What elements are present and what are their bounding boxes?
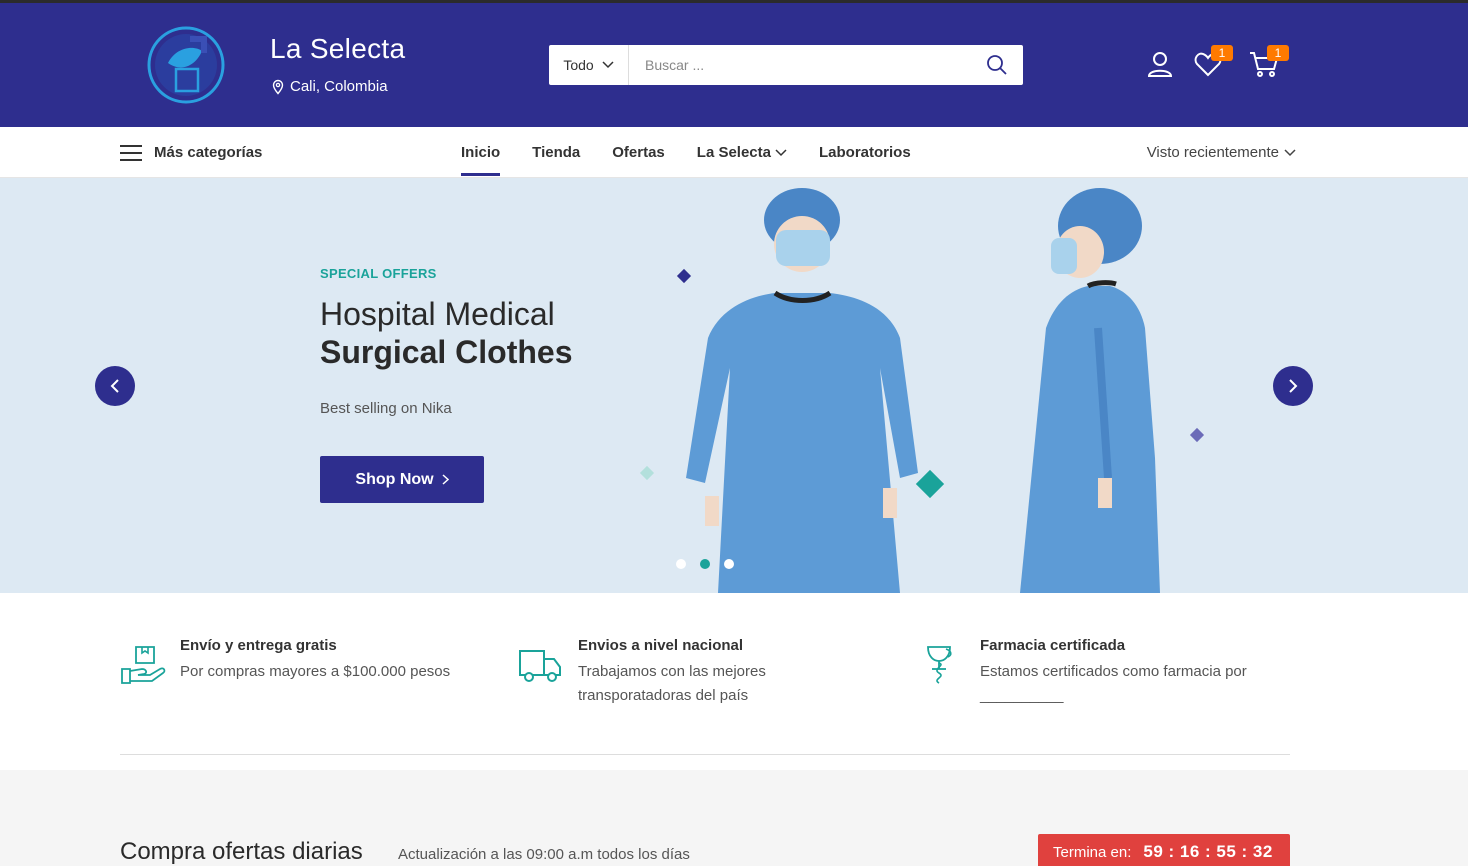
nav-link-tienda[interactable]: Tienda [532, 127, 580, 178]
feature-description: Trabajamos con las mejores [578, 663, 766, 680]
cart-count-badge: 1 [1267, 45, 1289, 61]
shop-now-button[interactable]: Shop Now [320, 456, 484, 503]
daily-deals-section: Compra ofertas diarias Actualización a l… [0, 770, 1468, 866]
brand-name[interactable]: La Selecta [270, 33, 405, 65]
nav-link-label: Ofertas [612, 144, 665, 161]
slider-dot-2[interactable] [700, 559, 710, 569]
wishlist-button[interactable]: 1 [1193, 45, 1233, 79]
store-location: Cali, Colombia [270, 78, 388, 95]
countdown-label: Termina en: [1053, 843, 1132, 861]
search-icon [987, 55, 1007, 75]
daily-deals-title: Compra ofertas diarias [120, 838, 363, 865]
main-nav: Más categorías Inicio Tienda Ofertas La … [0, 127, 1468, 178]
feature-title: Envios a nivel nacional [578, 637, 744, 654]
slider-pagination [676, 559, 734, 569]
deal-countdown: Termina en: 59 : 16 : 55 : 32 [1038, 834, 1290, 866]
chevron-down-icon [1284, 148, 1296, 156]
cart-button[interactable]: 1 [1249, 45, 1289, 79]
pharmacy-icon [927, 646, 952, 684]
hero-image-surgical-gowns [600, 178, 1220, 593]
shop-now-label: Shop Now [355, 470, 434, 488]
nav-link-laboratorios[interactable]: Laboratorios [819, 127, 911, 178]
feature-description: Estamos certificados como farmacia por [980, 663, 1247, 680]
hero-subtitle: Best selling on Nika [320, 400, 452, 417]
feature-certified-pharmacy: Farmacia certificada Estamos certificado… [920, 637, 1247, 708]
search-category-label: Todo [563, 57, 594, 73]
feature-national-shipping: Envios a nivel nacional Trabajamos con l… [518, 637, 766, 708]
feature-title: Farmacia certificada [980, 637, 1126, 654]
search-button[interactable] [971, 45, 1023, 85]
wishlist-count-badge: 1 [1211, 45, 1233, 61]
hero-kicker: SPECIAL OFFERS [320, 266, 437, 281]
more-categories-button[interactable]: Más categorías [120, 127, 262, 178]
nav-link-label: Laboratorios [819, 144, 911, 161]
feature-title: Envío y entrega gratis [180, 637, 337, 654]
slider-dot-3[interactable] [724, 559, 734, 569]
search-category-select[interactable]: Todo [549, 45, 629, 85]
account-button[interactable] [1145, 49, 1175, 79]
truck-icon [519, 650, 561, 682]
location-text: Cali, Colombia [290, 78, 388, 95]
feature-free-shipping: Envío y entrega gratis Por compras mayor… [120, 637, 450, 685]
feature-description: __________ [980, 687, 1064, 704]
search-input[interactable] [629, 45, 971, 85]
chevron-left-icon [110, 379, 119, 393]
hero-slider: SPECIAL OFFERS Hospital Medical Surgical… [0, 178, 1468, 593]
slider-dot-1[interactable] [676, 559, 686, 569]
location-pin-icon [272, 79, 284, 95]
slider-next-button[interactable] [1273, 366, 1313, 406]
slider-prev-button[interactable] [95, 366, 135, 406]
search-bar: Todo [549, 45, 1023, 85]
hero-title-line1: Hospital Medical [320, 296, 555, 332]
recently-viewed-dropdown[interactable]: Visto recientemente [1147, 127, 1296, 178]
nav-link-label: Tienda [532, 144, 581, 161]
nav-link-label: La Selecta [696, 144, 771, 161]
more-categories-label: Más categorías [154, 144, 263, 161]
nav-link-inicio[interactable]: Inicio [461, 127, 501, 178]
nav-links: Inicio Tienda Ofertas La Selecta Laborat… [461, 127, 943, 178]
nav-link-label: Inicio [461, 144, 501, 161]
user-icon [1147, 52, 1173, 77]
daily-deals-subtitle: Actualización a las 09:00 a.m todos los … [398, 846, 690, 863]
hero-title-line2: Surgical Clothes [320, 334, 573, 370]
site-header: La Selecta Cali, Colombia Todo 1 1 [0, 3, 1468, 127]
site-logo[interactable] [146, 25, 226, 105]
chevron-down-icon [775, 148, 787, 156]
chevron-down-icon [602, 61, 614, 69]
chevron-right-icon [442, 474, 449, 485]
nav-link-la-selecta[interactable]: La Selecta [697, 127, 787, 178]
countdown-timer: 59 : 16 : 55 : 32 [1143, 842, 1273, 861]
features-row: Envío y entrega gratis Por compras mayor… [120, 593, 1290, 755]
feature-description: Por compras mayores a $100.000 pesos [180, 663, 451, 680]
nav-link-ofertas[interactable]: Ofertas [612, 127, 665, 178]
recently-viewed-label: Visto recientemente [1146, 144, 1279, 161]
chevron-right-icon [1289, 379, 1298, 393]
hamburger-icon [120, 144, 142, 161]
feature-description: transporatadoras del país [578, 687, 749, 704]
hand-package-icon [121, 646, 166, 684]
